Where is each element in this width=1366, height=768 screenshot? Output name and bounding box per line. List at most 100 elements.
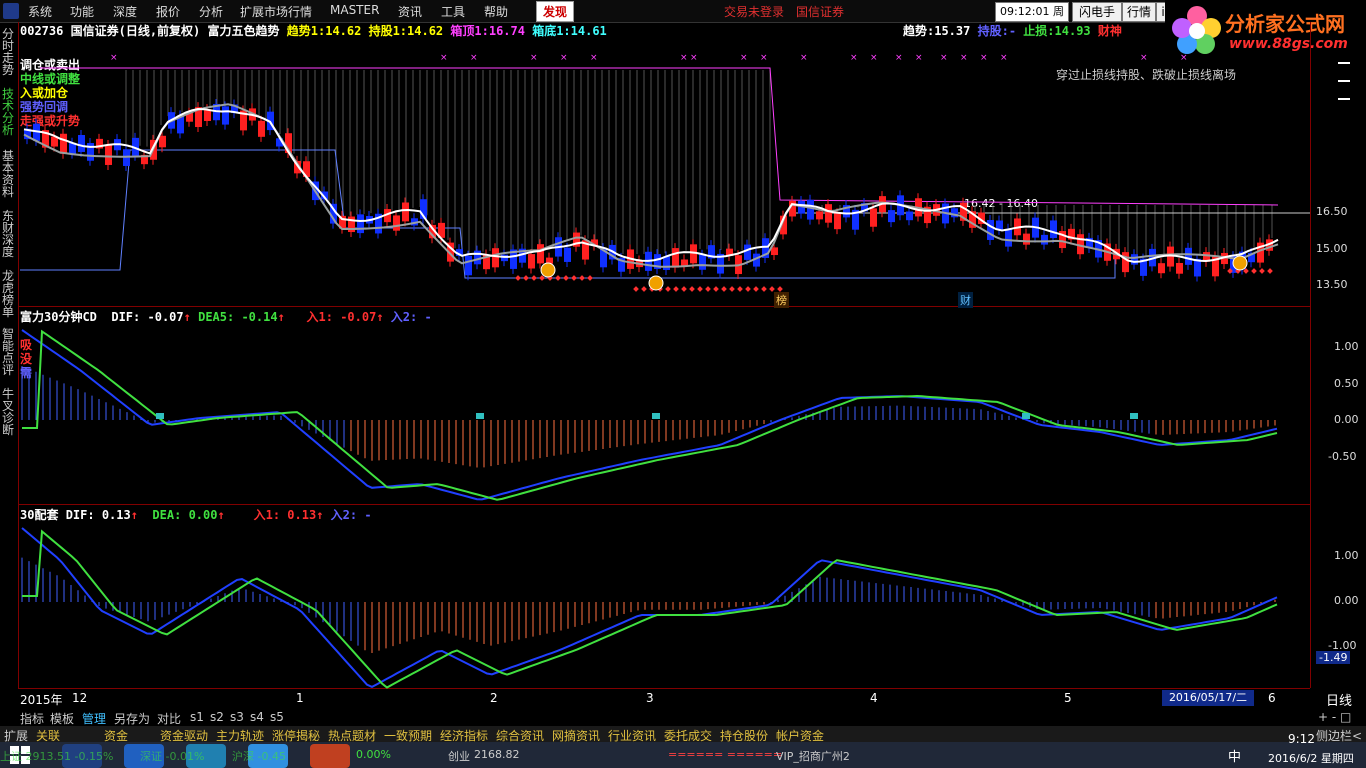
- candle-body: [1176, 262, 1183, 274]
- taskbar-clock-date: 2016/6/2 星期四: [1268, 752, 1354, 765]
- toolbar-indicator[interactable]: 指标: [20, 710, 44, 727]
- signal-dot: [1259, 268, 1265, 274]
- panel3-dea-label: DEA:: [152, 508, 182, 522]
- signal-bars: ====== ======: [668, 748, 783, 761]
- top-x-marker: ×: [560, 53, 568, 63]
- index-ticker-sh: 上证 2913.51 -0.15%: [0, 750, 114, 763]
- month-label: 4: [870, 691, 878, 705]
- windows-taskbar: 上证 2913.51 -0.15% 深证 -0.01% 沪深 -0.45 0.0…: [0, 732, 1366, 768]
- panel2-dif-label: DIF:: [111, 310, 141, 324]
- panel2-header: 富力30分钟CD DIF: -0.07↑ DEA5: -0.14↑ 入1: -0…: [20, 310, 432, 324]
- toolbar-save-as[interactable]: 另存为: [114, 710, 150, 727]
- candle-body: [528, 254, 535, 269]
- panel3-indicator-name[interactable]: 30配套: [20, 508, 58, 522]
- candle-body: [465, 255, 472, 276]
- candle-body: [672, 248, 679, 268]
- signal-dot: [555, 275, 561, 281]
- cross-marker: [1022, 413, 1030, 419]
- signal-dot: [1267, 268, 1273, 274]
- taskbar-clock-time: 9:12: [1288, 732, 1315, 746]
- panel2-dea-value: -0.14: [241, 310, 278, 324]
- candle-body: [888, 210, 895, 223]
- period-selector[interactable]: 日线: [1326, 690, 1352, 709]
- top-x-marker: ×: [760, 53, 768, 63]
- top-x-marker: ×: [680, 53, 688, 63]
- candle-body: [501, 254, 508, 262]
- candle-body: [492, 248, 499, 268]
- candle-body: [1185, 247, 1192, 265]
- toolbar-compare[interactable]: 对比: [157, 710, 181, 727]
- signal-dot: [681, 286, 687, 292]
- panel3-header: 30配套 DIF: 0.13↑ DEA: 0.00↑ 入1: 0.13↑ 入2:…: [20, 508, 372, 522]
- buy-signal-icon: [648, 275, 664, 291]
- signal-dot: [579, 275, 585, 281]
- top-x-marker: ×: [895, 53, 903, 63]
- cross-marker: [1130, 413, 1138, 419]
- cross-marker: [156, 413, 164, 419]
- top-x-marker: ×: [740, 53, 748, 63]
- panel2-indicator-name[interactable]: 富力30分钟CD: [20, 310, 97, 324]
- chart-canvas[interactable]: × × × × × × × × × × × × × × × × × × × × ×: [0, 0, 1366, 768]
- panel2-tick: -0.50: [1328, 450, 1357, 463]
- top-x-marker: ×: [960, 53, 968, 63]
- top-x-marker: ×: [470, 53, 478, 63]
- index-ticker-hs: 沪深 -0.45: [232, 750, 286, 763]
- signal-dot: [705, 286, 711, 292]
- top-x-marker: ×: [1000, 53, 1008, 63]
- candle-body: [60, 133, 67, 154]
- cross-marker: [652, 413, 660, 419]
- panel3-in1-value: 0.13: [287, 508, 317, 522]
- top-x-marker: ×: [980, 53, 988, 63]
- toolbar-s2[interactable]: s2: [210, 710, 224, 724]
- top-x-marker: ×: [1180, 53, 1188, 63]
- year-label: 2015年: [20, 693, 63, 707]
- candle-body: [1050, 220, 1057, 239]
- indicator-toolbar: 指标 模板 管理 另存为 对比 s1 s2 s3 s4 s5 + - □: [0, 708, 1366, 726]
- signal-dot: [713, 286, 719, 292]
- dea-line: [22, 329, 1278, 501]
- toolbar-s4[interactable]: s4: [250, 710, 264, 724]
- toolbar-s5[interactable]: s5: [270, 710, 284, 724]
- toolbar-s3[interactable]: s3: [230, 710, 244, 724]
- top-x-marker: ×: [440, 53, 448, 63]
- signal-dot: [745, 286, 751, 292]
- panel2-dea-label: DEA5:: [198, 310, 235, 324]
- index-ticker-cy-value: 2168.82: [474, 748, 520, 761]
- box-top-line: [40, 67, 1279, 206]
- panel2-in1-value: -0.07: [340, 310, 377, 324]
- candle-body: [699, 254, 706, 270]
- signal-dot: [729, 286, 735, 292]
- trading-app-icon[interactable]: [310, 744, 350, 768]
- month-label: 12: [72, 691, 88, 705]
- panel2-in2-value: -: [424, 310, 432, 324]
- month-label: 5: [1064, 691, 1072, 705]
- toolbar-template[interactable]: 模板: [50, 710, 74, 727]
- candle-body: [78, 135, 85, 152]
- buy-signal-icon: [1232, 255, 1248, 271]
- panel2-in1-label: 入1:: [306, 310, 333, 324]
- candle-body: [393, 215, 400, 231]
- panel3-tick: 1.00: [1334, 549, 1359, 562]
- toolbar-s1[interactable]: s1: [190, 710, 204, 724]
- dea-line: [22, 529, 1278, 689]
- ime-indicator[interactable]: 中: [1228, 746, 1241, 765]
- signal-dot: [523, 275, 529, 281]
- candle-body: [222, 106, 229, 125]
- month-label: 2: [490, 691, 498, 705]
- candle-body: [834, 213, 841, 230]
- toolbar-manage[interactable]: 管理: [82, 710, 106, 727]
- signal-dot: [641, 286, 647, 292]
- signal-dot: [515, 275, 521, 281]
- top-x-marker: ×: [870, 53, 878, 63]
- vip-server: VIP_招商广州2: [776, 750, 850, 763]
- cursor-date: 2016/05/17/二: [1162, 690, 1254, 706]
- top-x-marker: ×: [590, 53, 598, 63]
- toolbar-zoom[interactable]: + - □: [1318, 710, 1351, 724]
- panel3-dif-value: 0.13: [101, 508, 131, 522]
- signal-dot: [777, 286, 783, 292]
- macd-panel-2-layer: [21, 329, 1278, 501]
- candle-body: [825, 204, 832, 223]
- top-x-marker: ×: [850, 53, 858, 63]
- signal-dot: [1251, 268, 1257, 274]
- signal-dot: [761, 286, 767, 292]
